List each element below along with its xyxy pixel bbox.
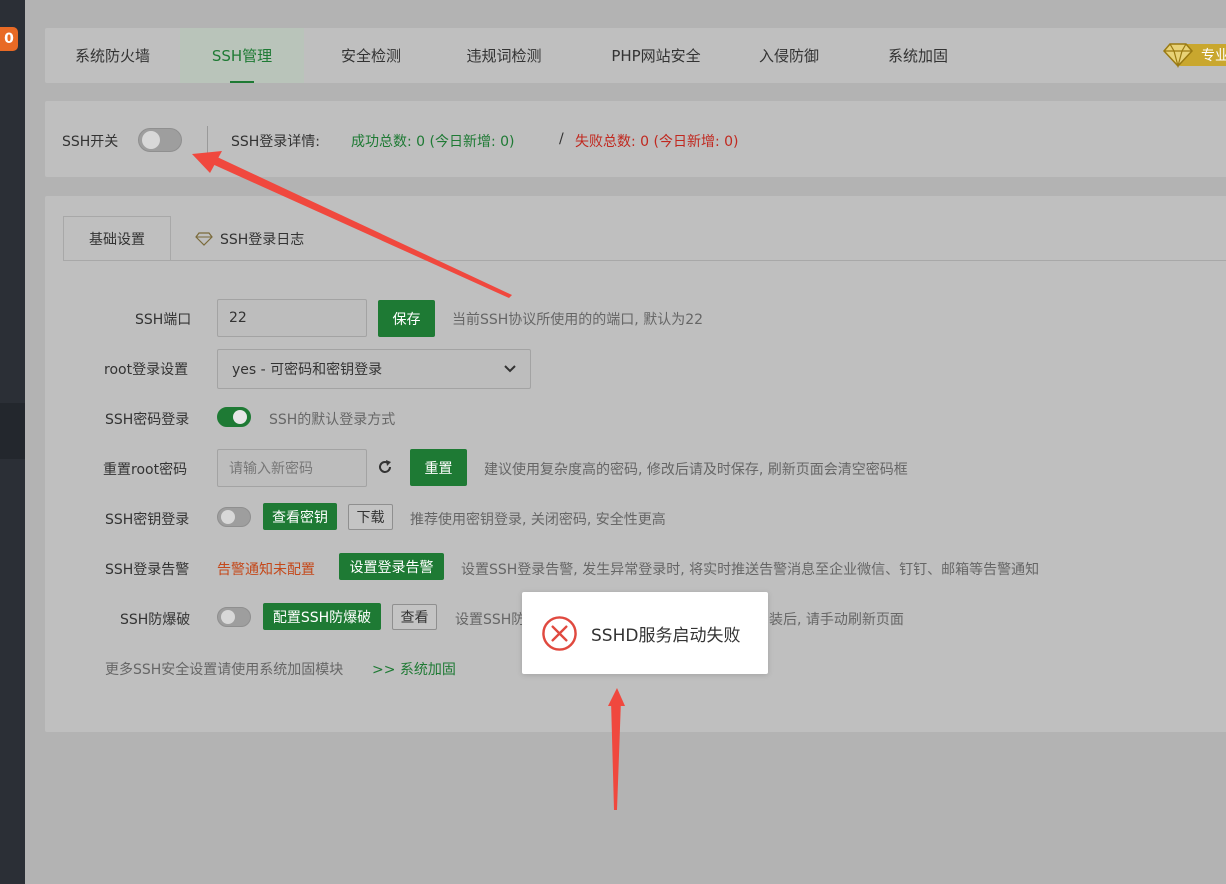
success-count: 成功总数: 0 (今日新增: 0): [351, 134, 515, 150]
key-login-toggle[interactable]: [217, 507, 251, 527]
tab-ssh[interactable]: SSH管理: [180, 28, 304, 83]
set-alert-button[interactable]: 设置登录告警: [339, 553, 444, 580]
brute-toggle[interactable]: [217, 607, 251, 627]
brute-hint-right: 装后, 请手动刷新页面: [769, 612, 904, 628]
port-label: SSH端口: [135, 312, 192, 328]
password-login-toggle[interactable]: [217, 407, 251, 427]
ssh-status-panel: SSH开关 SSH登录详情: 成功总数: 0 (今日新增: 0) / 失败总数:…: [45, 101, 1226, 177]
view-brute-button[interactable]: 查看: [392, 604, 437, 630]
chevron-down-icon: [504, 365, 516, 373]
port-hint: 当前SSH协议所使用的的端口, 默认为22: [452, 312, 704, 328]
stats-separator: /: [559, 131, 564, 147]
refresh-icon[interactable]: [377, 459, 393, 475]
notification-badge[interactable]: 0: [0, 27, 18, 51]
diamond-icon: [195, 231, 213, 246]
security-tabs: 系统防火墙 SSH管理 安全检测 违规词检测 PHP网站安全 入侵防御 系统加固…: [45, 28, 1226, 83]
root-login-select[interactable]: yes - 可密码和密钥登录: [217, 349, 531, 389]
tab-hardening[interactable]: 系统加固: [867, 28, 969, 83]
failure-count: 失败总数: 0 (今日新增: 0): [575, 134, 739, 150]
view-key-button[interactable]: 查看密钥: [263, 503, 337, 530]
ssh-toggle[interactable]: [138, 128, 182, 152]
brute-hint-left: 设置SSH防: [455, 612, 526, 628]
ssh-switch-label: SSH开关: [62, 134, 119, 150]
tab-ssh-log-label: SSH登录日志: [220, 231, 305, 248]
tab-basic-settings[interactable]: 基础设置: [63, 216, 171, 261]
pro-badge[interactable]: 专业: [1163, 41, 1226, 69]
tab-php-security[interactable]: PHP网站安全: [581, 28, 731, 83]
new-password-input[interactable]: 请输入新密码: [217, 449, 367, 487]
port-input[interactable]: 22: [217, 299, 367, 337]
alert-hint: 设置SSH登录告警, 发生异常登录时, 将实时推送告警消息至企业微信、钉钉、邮箱…: [461, 562, 1040, 578]
alert-status[interactable]: 告警通知未配置: [217, 559, 315, 579]
reset-root-label: 重置root密码: [103, 462, 188, 478]
password-login-hint: SSH的默认登录方式: [269, 412, 396, 428]
tab-intrusion[interactable]: 入侵防御: [741, 28, 837, 83]
tab-illegal-words[interactable]: 违规词检测: [437, 28, 571, 83]
error-message: SSHD服务启动失败: [591, 625, 741, 646]
save-port-button[interactable]: 保存: [378, 300, 435, 337]
more-settings-text: 更多SSH安全设置请使用系统加固模块: [105, 662, 344, 678]
login-details-label: SSH登录详情:: [231, 134, 321, 150]
reset-password-button[interactable]: 重置: [410, 449, 467, 486]
tab-firewall[interactable]: 系统防火墙: [45, 28, 180, 83]
alert-label: SSH登录告警: [105, 562, 190, 578]
divider: [207, 126, 208, 154]
diamond-icon: [1163, 43, 1193, 68]
tab-underline: [63, 260, 1226, 261]
root-login-label: root登录设置: [104, 362, 189, 378]
key-login-hint: 推荐使用密钥登录, 关闭密码, 安全性更高: [410, 512, 666, 528]
hardening-link[interactable]: >> 系统加固: [372, 659, 456, 679]
error-icon: [542, 615, 577, 651]
error-toast: SSHD服务启动失败: [522, 592, 768, 674]
tab-security-scan[interactable]: 安全检测: [315, 28, 427, 83]
root-login-value: yes - 可密码和密钥登录: [232, 362, 383, 378]
sidebar-active-item[interactable]: [0, 403, 25, 459]
top-strip: [25, 0, 1226, 8]
tab-ssh-log[interactable]: SSH登录日志: [195, 216, 304, 261]
brute-label: SSH防爆破: [120, 612, 191, 628]
reset-root-hint: 建议使用复杂度高的密码, 修改后请及时保存, 刷新页面会清空密码框: [484, 462, 908, 478]
key-login-label: SSH密钥登录: [105, 512, 190, 528]
password-login-label: SSH密码登录: [105, 412, 190, 428]
download-key-button[interactable]: 下载: [348, 504, 393, 530]
configure-brute-button[interactable]: 配置SSH防爆破: [263, 603, 381, 630]
sidebar: 0: [0, 0, 25, 884]
